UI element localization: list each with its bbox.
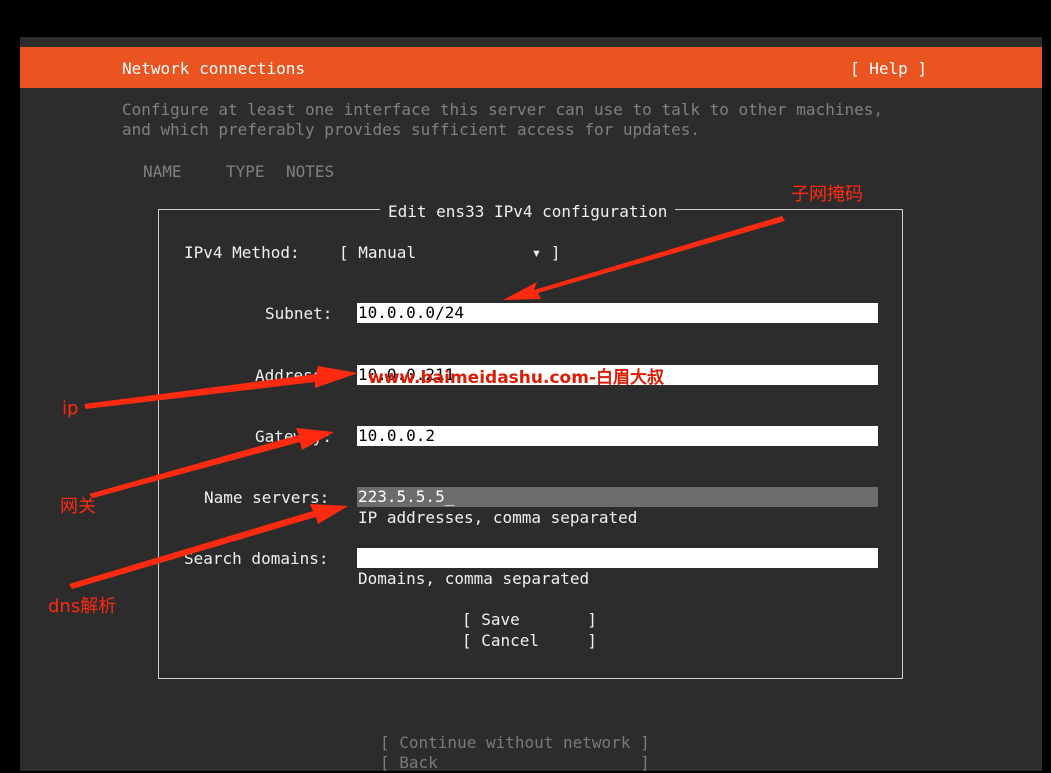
continue-without-network-button[interactable]: [ Continue without network ] — [380, 733, 650, 753]
watermark: www.baimeidashu.com-白眉大叔 — [368, 368, 664, 388]
dialog-title: Edit ens33 IPv4 configuration — [380, 202, 676, 222]
annotation-ip: ip — [62, 398, 79, 419]
annotation-subnet-mask: 子网掩码 — [791, 184, 863, 205]
name-servers-input[interactable]: 223.5.5.5_ — [357, 487, 878, 507]
gateway-input[interactable]: 10.0.0.2 — [357, 426, 878, 446]
column-header-notes: NOTES — [286, 162, 335, 181]
ipv4-method-label: IPv4 Method: — [184, 243, 300, 262]
intro-text: Configure at least one interface this se… — [122, 100, 883, 140]
annotation-dns: dns解析 — [48, 596, 117, 617]
cancel-button[interactable]: [ Cancel ] — [462, 631, 597, 651]
name-servers-hint: IP addresses, comma separated — [358, 508, 638, 527]
gateway-label: Gateway: — [255, 427, 333, 446]
back-button[interactable]: [ Back ] — [380, 753, 650, 773]
annotation-gateway: 网关 — [60, 496, 96, 517]
page-title: Network connections — [122, 59, 306, 78]
column-header-name: NAME — [143, 162, 182, 181]
column-header-type: TYPE — [226, 162, 265, 181]
help-button[interactable]: [ Help ] — [850, 59, 927, 79]
subnet-label: Subnet: — [265, 304, 333, 323]
search-domains-label: Search domains: — [184, 549, 329, 568]
ipv4-method-select[interactable]: [ Manual ▾ ] — [339, 243, 561, 263]
name-servers-label: Name servers: — [204, 488, 330, 507]
search-domains-hint: Domains, comma separated — [358, 569, 590, 588]
intro-line-1: Configure at least one interface this se… — [122, 100, 883, 119]
search-domains-input[interactable] — [357, 548, 878, 568]
save-button[interactable]: [ Save ] — [462, 610, 597, 630]
address-label: Address: — [255, 366, 333, 385]
subnet-input[interactable]: 10.0.0.0/24 — [357, 303, 878, 323]
intro-line-2: and which preferably provides sufficient… — [122, 120, 700, 139]
